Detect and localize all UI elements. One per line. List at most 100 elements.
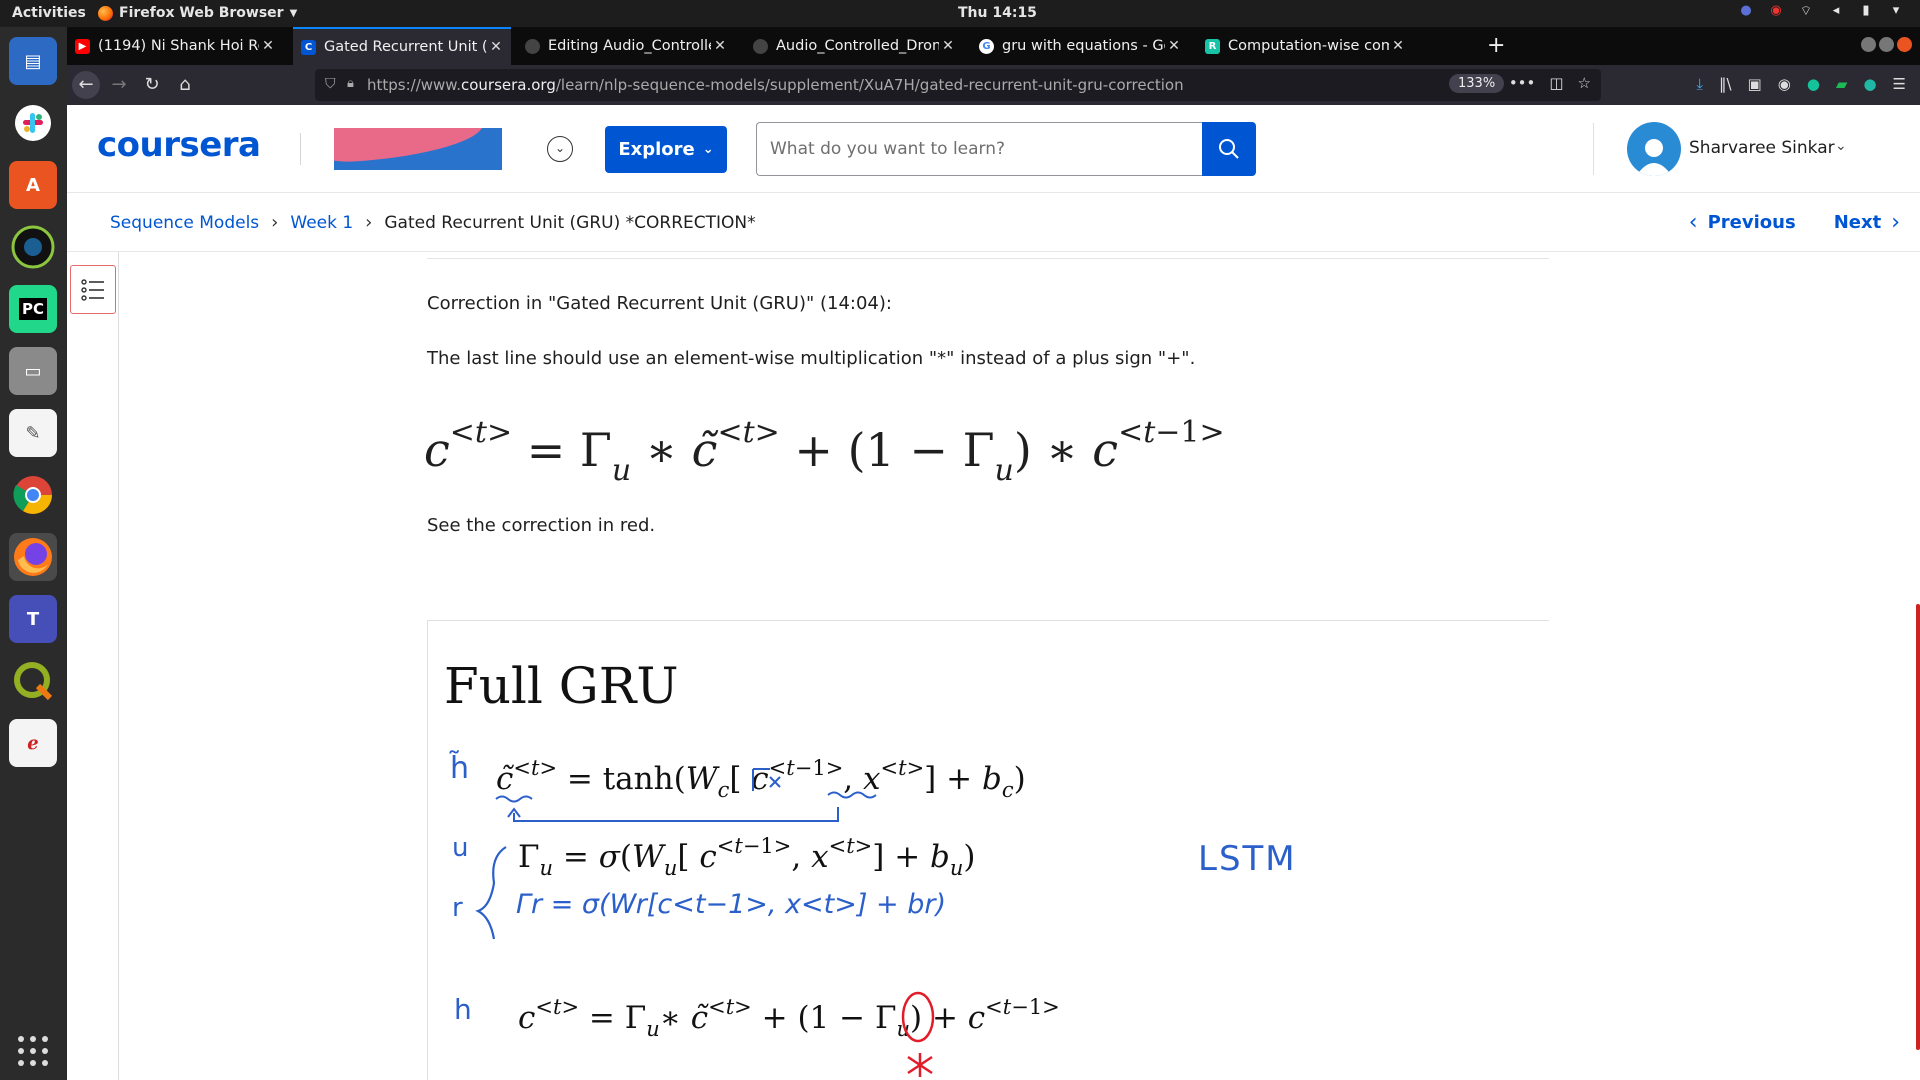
chevron-right-icon[interactable]: ›	[1891, 210, 1900, 235]
chrome-icon[interactable]	[9, 471, 57, 519]
home-icon[interactable]: ⌂	[171, 71, 199, 99]
annotation-h: h	[454, 993, 472, 1026]
memory-update-equation: c<t> = Γu∗ c̃<t> + (1 − Γu) + c<t−1>	[518, 995, 1060, 1041]
close-tab-icon[interactable]: ✕	[259, 38, 277, 54]
tracking-shield-icon[interactable]: ⛉	[325, 76, 336, 92]
clock[interactable]: Thu 14:15	[958, 5, 1037, 21]
logo-divider	[300, 133, 301, 165]
annotation-h-tilde: h̃	[450, 751, 470, 786]
teams-tray-icon[interactable]: ●	[1738, 3, 1754, 21]
close-tab-icon[interactable]: ✕	[711, 38, 729, 54]
tab-github-repo[interactable]: Audio_Controlled_Drone ✕	[745, 27, 963, 65]
url-text[interactable]: https://www.coursera.org/learn/nlp-seque…	[367, 76, 1184, 94]
tab-youtube[interactable]: ▶ (1194) Ni Shank Hoi Re M ✕	[67, 27, 283, 65]
tab-title: Gated Recurrent Unit (GR	[324, 39, 487, 55]
github-icon	[753, 38, 768, 54]
breadcrumb-course[interactable]: Sequence Models	[110, 213, 259, 233]
tab-coursera-gru[interactable]: C Gated Recurrent Unit (GR ✕	[293, 27, 511, 65]
bookmark-star-icon[interactable]: ☆	[1578, 74, 1591, 92]
youtube-icon: ▶	[75, 38, 90, 54]
power-menu-icon[interactable]: ▾	[1888, 3, 1904, 21]
zoom-badge[interactable]: 133%	[1449, 74, 1505, 93]
update-tray-icon[interactable]: ◉	[1768, 3, 1784, 21]
close-tab-icon[interactable]: ✕	[939, 38, 957, 54]
close-window-button[interactable]	[1897, 37, 1912, 52]
tab-google-search[interactable]: G gru with equations - Goo ✕	[971, 27, 1189, 65]
list-icon	[81, 278, 104, 301]
software-center-icon[interactable]: A	[9, 161, 57, 209]
chevron-right-icon: ›	[365, 212, 373, 233]
search-button[interactable]	[1202, 122, 1256, 176]
show-applications-icon[interactable]	[18, 1036, 48, 1066]
explore-label: Explore	[618, 139, 695, 160]
candidate-equation: c̃<t> = tanh(Wc[ c<t−1>, x<t>] + bc)	[496, 756, 1026, 802]
breadcrumb-week[interactable]: Week 1	[290, 213, 353, 233]
tab-title: Audio_Controlled_Drone	[776, 38, 939, 54]
close-tab-icon[interactable]: ✕	[1389, 38, 1407, 54]
teams-icon[interactable]: T	[9, 595, 57, 643]
sidebar-icon[interactable]: ▣	[1748, 75, 1762, 93]
back-arrow-icon[interactable]: ←	[72, 71, 100, 99]
app-menu-label: Firefox Web Browser	[119, 5, 284, 21]
annotation-u: u	[452, 833, 469, 863]
url-domain: coursera.org	[460, 76, 556, 94]
search-input[interactable]	[756, 122, 1202, 176]
minimize-button[interactable]	[1861, 37, 1876, 52]
nav-bar: ← → ↻ ⌂ ⛉ 🔒︎ https://www.coursera.org/le…	[67, 65, 1920, 105]
explore-button[interactable]: Explore ⌄	[605, 126, 727, 173]
downloads-icon[interactable]: ⤓	[1696, 75, 1703, 93]
toolbar-icons: ⤓ ‖\ ▣ ◉ ● ▰ ● ☰	[1696, 75, 1906, 93]
chevron-down-icon[interactable]: ⌄	[547, 136, 573, 162]
address-bar[interactable]: ⛉ 🔒︎ https://www.coursera.org/learn/nlp-…	[315, 69, 1601, 101]
tab-computation[interactable]: R Computation-wise comp ✕	[1197, 27, 1413, 65]
files-icon[interactable]: ▭	[9, 347, 57, 395]
next-link[interactable]: Next	[1834, 212, 1882, 233]
chevron-down-icon[interactable]: ⌄	[1835, 138, 1847, 154]
wifi-icon[interactable]: ⌔	[1798, 3, 1814, 21]
chevron-left-icon[interactable]: ‹	[1689, 210, 1698, 235]
scrollbar-thumb[interactable]	[1916, 604, 1920, 1050]
menu-icon[interactable]: ☰	[1893, 75, 1906, 93]
maximize-button[interactable]	[1879, 37, 1894, 52]
camera-app-icon[interactable]	[9, 223, 57, 271]
activities-button[interactable]: Activities	[12, 5, 86, 21]
page-actions-icon[interactable]: •••	[1509, 74, 1536, 92]
firefox-dock-icon[interactable]	[9, 533, 57, 581]
header-divider	[1593, 123, 1594, 175]
google-icon: G	[979, 38, 994, 54]
writer-icon[interactable]: ▤	[9, 37, 57, 85]
course-outline-button[interactable]	[70, 265, 116, 314]
forward-arrow-icon[interactable]: →	[105, 71, 133, 99]
user-name[interactable]: Sharvaree Sinkar	[1689, 138, 1835, 158]
close-tab-icon[interactable]: ✕	[487, 39, 505, 55]
document-viewer-icon[interactable]: ℯ	[9, 719, 57, 767]
extension-icon[interactable]: ▰	[1836, 75, 1848, 93]
text-editor-icon[interactable]: ✎	[9, 409, 57, 457]
previous-link[interactable]: Previous	[1708, 212, 1796, 233]
tab-github-editing[interactable]: Editing Audio_Controlled ✕	[517, 27, 735, 65]
reload-icon[interactable]: ↻	[138, 71, 166, 99]
qgis-icon[interactable]	[9, 657, 57, 705]
extension-m-icon[interactable]: ●	[1863, 75, 1876, 93]
github-icon	[525, 38, 540, 54]
pocket-icon[interactable]: ◫	[1549, 74, 1563, 92]
update-gate-equation: Γu = σ(Wu[ c<t−1>, x<t>] + bu)	[518, 834, 976, 880]
pycharm-icon[interactable]: PC	[9, 285, 57, 333]
volume-icon[interactable]: ◂	[1828, 3, 1844, 21]
reading-content: Correction in "Gated Recurrent Unit (GRU…	[119, 252, 1920, 1080]
account-icon[interactable]: ◉	[1778, 75, 1791, 93]
partner-logo[interactable]	[334, 128, 502, 170]
lock-icon[interactable]: 🔒︎	[347, 76, 354, 91]
app-menu[interactable]: Firefox Web Browser ▼	[98, 5, 297, 21]
grammarly-icon[interactable]: ●	[1807, 75, 1820, 93]
close-tab-icon[interactable]: ✕	[1165, 38, 1183, 54]
slack-icon[interactable]	[9, 99, 57, 147]
course-outline-rail	[67, 252, 119, 1080]
new-tab-button[interactable]: +	[1487, 33, 1505, 58]
avatar[interactable]	[1627, 122, 1681, 176]
library-icon[interactable]: ‖\	[1719, 75, 1732, 93]
coursera-logo[interactable]: coursera	[97, 125, 261, 165]
battery-icon[interactable]: ▮	[1858, 3, 1874, 21]
divider	[427, 258, 1549, 259]
instruction-text: The last line should use an element-wise…	[427, 348, 1196, 369]
